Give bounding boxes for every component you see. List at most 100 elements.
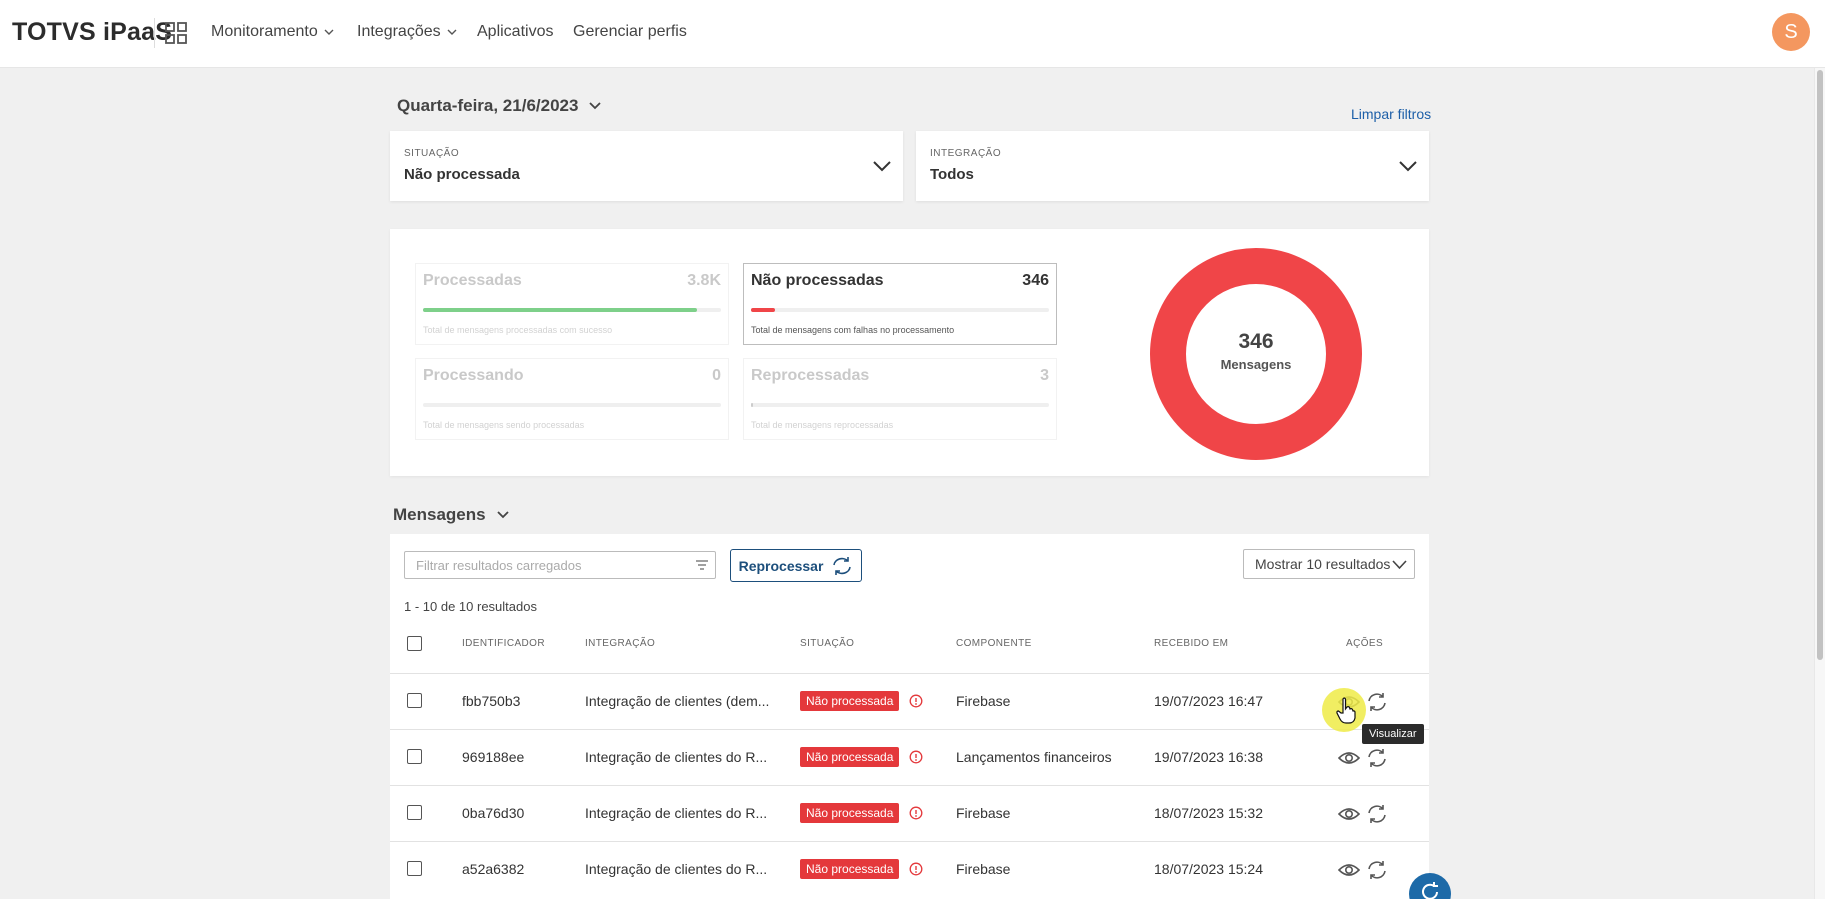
- filter-label: SITUAÇÃO: [404, 148, 460, 159]
- row-identifier: 0ba76d30: [462, 805, 525, 821]
- tooltip: Visualizar: [1362, 724, 1424, 744]
- stat-progress-fill: [751, 308, 775, 312]
- nav-monitoramento[interactable]: Monitoramento: [211, 23, 334, 41]
- stat-progress-bar: [751, 403, 1049, 407]
- stat-card-processando[interactable]: Processando 0 Total de mensagens sendo p…: [415, 358, 729, 440]
- stat-value: 3.8K: [687, 272, 721, 289]
- donut-value: 346: [1238, 330, 1274, 353]
- info-icon[interactable]: [909, 862, 923, 876]
- situacao-filter[interactable]: SITUAÇÃO Não processada: [390, 131, 903, 201]
- stat-card-nao-processadas[interactable]: Não processadas 346 Total de mensagens c…: [743, 263, 1057, 345]
- nav-label: Aplicativos: [477, 23, 554, 40]
- stat-progress-bar: [751, 308, 1049, 312]
- chevron-down-icon: [1399, 161, 1417, 172]
- row-received: 19/07/2023 16:47: [1154, 693, 1263, 709]
- brand-logo[interactable]: TOTVS iPaaS: [12, 18, 172, 47]
- row-identifier: a52a6382: [462, 861, 525, 877]
- chevron-down-icon: [589, 102, 602, 110]
- status-badge: Não processada: [800, 691, 900, 711]
- stat-name: Não processadas: [751, 272, 884, 289]
- stat-name: Processadas: [423, 272, 522, 289]
- stat-progress-fill: [751, 403, 753, 407]
- stat-name: Reprocessadas: [751, 367, 870, 384]
- reprocess-button[interactable]: Reprocessar: [730, 549, 862, 582]
- nav-gerenciar-perfis[interactable]: Gerenciar perfis: [573, 23, 687, 41]
- chevron-down-icon: [324, 29, 334, 35]
- chevron-down-icon: [1392, 560, 1407, 570]
- row-component: Firebase: [956, 805, 1011, 821]
- chevron-down-icon: [873, 161, 891, 172]
- row-received: 18/07/2023 15:24: [1154, 861, 1263, 877]
- nav-aplicativos[interactable]: Aplicativos: [477, 23, 553, 41]
- status-badge: Não processada: [800, 803, 900, 823]
- row-checkbox[interactable]: [407, 805, 422, 820]
- table-row[interactable]: 969188ee Integração de clientes do R... …: [390, 729, 1429, 785]
- info-icon[interactable]: [909, 750, 923, 764]
- refresh-icon[interactable]: [1366, 859, 1388, 881]
- row-component: Firebase: [956, 861, 1011, 877]
- stat-description: Total de mensagens reprocessadas: [751, 420, 894, 430]
- apps-grid-icon[interactable]: [165, 22, 187, 44]
- eye-icon[interactable]: [1338, 803, 1360, 825]
- select-all-checkbox[interactable]: [407, 636, 422, 651]
- column-header-recebido-em[interactable]: RECEBIDO EM: [1154, 638, 1228, 649]
- table-row[interactable]: fbb750b3 Integração de clientes (dem... …: [390, 673, 1429, 729]
- nav-label: Integrações: [357, 23, 441, 40]
- eye-icon[interactable]: [1338, 747, 1360, 769]
- stat-card-processadas[interactable]: Processadas 3.8K Total de mensagens proc…: [415, 263, 729, 345]
- info-icon[interactable]: [909, 694, 923, 708]
- row-component: Firebase: [956, 693, 1011, 709]
- refresh-icon: [1422, 882, 1438, 899]
- filter-value: Todos: [930, 166, 974, 183]
- column-header-situacao[interactable]: SITUAÇÃO: [800, 638, 854, 649]
- nav-label: Monitoramento: [211, 23, 318, 40]
- column-header-integracao[interactable]: INTEGRAÇÃO: [585, 638, 655, 649]
- date-selector[interactable]: Quarta-feira, 21/6/2023: [397, 96, 602, 116]
- info-icon[interactable]: [909, 806, 923, 820]
- donut-ring: [1150, 248, 1362, 460]
- status-badge: Não processada: [800, 859, 900, 879]
- row-integration: Integração de clientes do R...: [585, 861, 768, 877]
- row-checkbox[interactable]: [407, 749, 422, 764]
- refresh-icon[interactable]: [1366, 803, 1388, 825]
- table-row[interactable]: 0ba76d30 Integração de clientes do R... …: [390, 785, 1429, 841]
- row-checkbox[interactable]: [407, 693, 422, 708]
- row-checkbox[interactable]: [407, 861, 422, 876]
- row-integration: Integração de clientes (dem...: [585, 693, 770, 709]
- results-per-page-select[interactable]: Mostrar 10 resultados: [1243, 549, 1415, 579]
- nav-integracoes[interactable]: Integrações: [357, 23, 457, 41]
- messages-title: Mensagens: [393, 505, 486, 524]
- hand-cursor-icon: [1336, 697, 1356, 724]
- chevron-down-icon: [496, 511, 509, 519]
- refresh-icon[interactable]: [1366, 747, 1388, 769]
- filter-icon[interactable]: [695, 558, 709, 572]
- page-scrollbar[interactable]: [1814, 68, 1825, 899]
- donut-label: Mensagens: [1220, 357, 1292, 372]
- refresh-icon[interactable]: [1366, 691, 1388, 713]
- user-avatar[interactable]: S: [1772, 13, 1810, 51]
- table-row[interactable]: a52a6382 Integração de clientes do R... …: [390, 841, 1429, 897]
- messages-section-toggle[interactable]: Mensagens: [393, 505, 510, 525]
- row-received: 18/07/2023 15:32: [1154, 805, 1263, 821]
- search-input[interactable]: Filtrar resultados carregados: [404, 551, 716, 579]
- reprocess-label: Reprocessar: [738, 557, 824, 574]
- scrollbar-thumb[interactable]: [1817, 70, 1823, 660]
- stat-progress-bar: [423, 403, 721, 407]
- messages-donut-chart: [1150, 248, 1362, 460]
- stat-description: Total de mensagens com falhas no process…: [751, 325, 955, 335]
- row-integration: Integração de clientes do R...: [585, 805, 768, 821]
- column-header-componente[interactable]: COMPONENTE: [956, 638, 1032, 649]
- top-navbar: TOTVS iPaaS Monitoramento Integrações Ap…: [0, 0, 1825, 68]
- clear-filters-link[interactable]: Limpar filtros: [1351, 106, 1431, 122]
- row-component: Lançamentos financeiros: [956, 749, 1112, 765]
- stat-name: Processando: [423, 367, 524, 384]
- stat-progress-fill: [423, 308, 698, 312]
- stat-card-reprocessadas[interactable]: Reprocessadas 3 Total de mensagens repro…: [743, 358, 1057, 440]
- filter-label: INTEGRAÇÃO: [930, 148, 1002, 159]
- refresh-icon: [833, 556, 852, 575]
- integracao-filter[interactable]: INTEGRAÇÃO Todos: [916, 131, 1429, 201]
- stat-value: 3: [1040, 367, 1049, 384]
- status-badge: Não processada: [800, 747, 900, 767]
- eye-icon[interactable]: [1338, 859, 1360, 881]
- column-header-identificador[interactable]: IDENTIFICADOR: [462, 638, 545, 649]
